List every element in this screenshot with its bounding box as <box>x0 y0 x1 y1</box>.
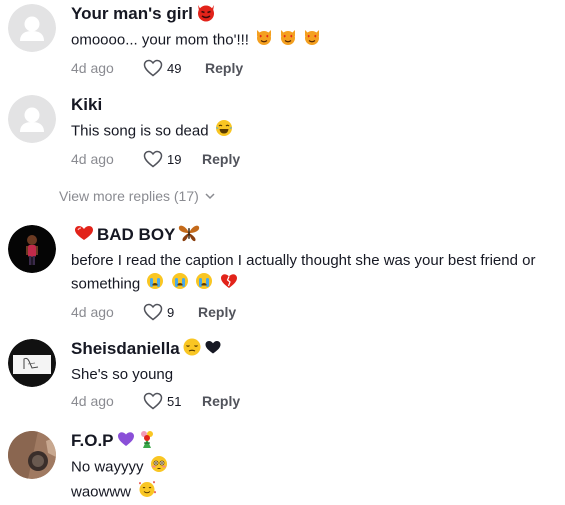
heart-emoji-icon <box>73 224 95 247</box>
heart-outline-icon <box>143 150 163 168</box>
comment-text-value: something <box>71 275 141 293</box>
view-more-replies-button[interactable]: View more replies (17) <box>59 188 215 204</box>
pensive-face-emoji-icon <box>182 337 202 362</box>
crying-face-emoji-icon <box>195 272 213 297</box>
crying-face-emoji-icon <box>171 272 189 297</box>
view-more-label: View more replies (17) <box>59 188 199 204</box>
photo-avatar[interactable] <box>8 431 56 479</box>
like-count: 9 <box>167 304 175 320</box>
devil-emoji-icon <box>195 2 217 27</box>
comment-text: This song is so dead <box>71 119 565 144</box>
comment-username[interactable]: Sheisdaniella <box>71 337 565 362</box>
comment-meta: 4d ago 49 Reply <box>71 58 565 78</box>
like-button[interactable]: 49 <box>143 59 205 77</box>
comment-text-value: waowww <box>71 483 132 501</box>
comment-content: BAD BOY before I read the caption I actu… <box>71 225 565 322</box>
flushed-face-emoji-icon <box>150 455 168 480</box>
laughing-tears-emoji-icon <box>215 119 233 144</box>
bouquet-emoji-icon <box>138 429 156 454</box>
comment-text-value: This song is so dead <box>71 122 209 140</box>
comment-time: 4d ago <box>71 393 114 409</box>
comment-content: F.O.P No wayyyy waowww <box>71 429 565 505</box>
comment-time: 4d ago <box>71 304 114 320</box>
heart-eyes-cat-icon <box>303 28 321 53</box>
comment-time: 4d ago <box>71 151 114 167</box>
comment-content: Your man's girl omoooo... your mom tho'!… <box>71 4 565 78</box>
comment-text: No wayyyy waowww <box>71 455 565 505</box>
heart-outline-icon <box>143 303 163 321</box>
default-avatar[interactable] <box>8 4 56 52</box>
comment-text-line: waowww <box>71 480 565 505</box>
like-count: 51 <box>167 393 182 409</box>
comment-text: omoooo... your mom tho'!!! <box>71 28 565 53</box>
reply-button[interactable]: Reply <box>205 60 243 76</box>
broken-heart-emoji-icon <box>219 272 239 297</box>
comment-text-line: something <box>71 272 565 297</box>
default-avatar[interactable] <box>8 95 56 143</box>
chevron-down-icon <box>205 193 215 200</box>
reply-button[interactable]: Reply <box>202 393 240 409</box>
like-button[interactable]: 19 <box>143 150 202 168</box>
comment-content: Kiki This song is so dead 4d ago 19 Repl… <box>71 95 565 169</box>
comment-username[interactable]: BAD BOY <box>71 225 565 245</box>
comment-text-line: before I read the caption I actually tho… <box>71 252 536 269</box>
comment-text-value: No wayyyy <box>71 458 144 476</box>
smiling-hearts-face-emoji-icon <box>137 480 157 505</box>
comment-meta: 4d ago 19 Reply <box>71 149 565 169</box>
comment-time: 4d ago <box>71 60 114 76</box>
reply-button[interactable]: Reply <box>202 151 240 167</box>
comment-username[interactable]: F.O.P <box>71 429 565 454</box>
like-button[interactable]: 9 <box>143 303 198 321</box>
crying-face-emoji-icon <box>146 272 164 297</box>
reply-button[interactable]: Reply <box>198 304 236 320</box>
sketch-avatar[interactable] <box>8 339 56 387</box>
comment-meta: 4d ago 51 Reply <box>71 391 565 411</box>
like-count: 49 <box>167 60 182 76</box>
username-label: Sheisdaniella <box>71 339 180 358</box>
like-button[interactable]: 51 <box>143 392 202 410</box>
username-label: Your man's girl <box>71 4 193 23</box>
comment-username[interactable]: Kiki <box>71 95 565 115</box>
comment-text-line: No wayyyy <box>71 455 565 480</box>
butterfly-emoji-icon <box>177 223 201 248</box>
comment-text-value: omoooo... your mom tho'!!! <box>71 31 249 49</box>
comment-username[interactable]: Your man's girl <box>71 4 565 24</box>
black-heart-emoji-icon <box>204 339 222 360</box>
comment-text-value: She's so young <box>71 366 174 383</box>
comment-meta: 4d ago 9 Reply <box>71 302 565 322</box>
like-count: 19 <box>167 151 182 167</box>
comment-text: She's so young <box>71 363 565 386</box>
heart-outline-icon <box>143 59 163 77</box>
username-label: F.O.P <box>71 431 114 450</box>
heart-outline-icon <box>143 392 163 410</box>
comment-content: Sheisdaniella She's so young 4d ago 51 R… <box>71 337 565 411</box>
username-label: Kiki <box>71 95 103 114</box>
photo-avatar[interactable] <box>8 225 56 273</box>
purple-heart-emoji-icon <box>116 430 136 453</box>
comment-text: before I read the caption I actually tho… <box>71 249 565 297</box>
heart-eyes-cat-icon <box>255 28 273 53</box>
heart-eyes-cat-icon <box>279 28 297 53</box>
username-label: BAD BOY <box>97 225 176 244</box>
